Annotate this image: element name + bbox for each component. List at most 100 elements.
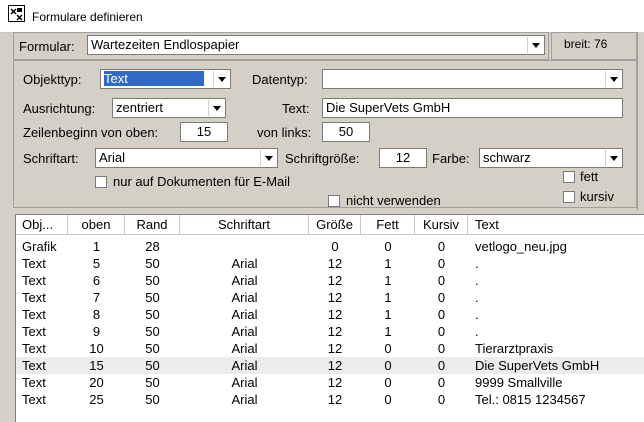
table-row[interactable]: Text 10 50 Arial 12 0 0 Tierarztpraxis [16,340,644,357]
schriftart-value: Arial [99,150,126,165]
cell-obj: Text [22,290,46,305]
email-only-label: nur auf Dokumenten für E-Mail [113,174,291,189]
breit-value: breit: 76 [564,37,608,51]
farbe-select[interactable]: schwarz [479,148,623,168]
cell-obj: Text [22,358,46,373]
text-label: Text: [282,101,310,116]
formular-select[interactable]: Wartezeiten Endlospapier [87,35,545,55]
cell-obj: Text [22,256,46,271]
cell-text: . [475,290,479,305]
table-row[interactable]: Text 6 50 Arial 12 1 0. [16,272,644,289]
ausrichtung-select[interactable]: zentriert [112,98,226,118]
kursiv-checkbox[interactable] [563,191,575,203]
objekttyp-label: Objekttyp: [23,72,82,87]
table-row[interactable]: Grafik 1 28 0 0 0 vetlogo_neu.jpg [16,238,644,255]
chevron-down-icon [532,43,540,48]
list-header: Obj... oben Rand Schriftart Größe Fett Kursiv T… [16,215,644,235]
cell-schriftart: Arial [231,273,258,288]
column-header-kursiv[interactable]: Kursiv [415,215,468,235]
fields-list[interactable]: Obj... oben Rand Schriftart Größe Fett Kursiv T… [15,214,644,422]
cell-schriftart: Arial [231,358,258,373]
cell-rand: 50 [145,324,160,339]
cell-rand: 28 [145,239,160,254]
cell-fett: 0 [384,392,392,407]
farbe-dropdown-button[interactable] [605,150,621,166]
table-row[interactable]: Text 20 50 Arial 12 0 0 9999 Smallville [16,374,644,391]
cell-schriftart [180,238,309,255]
column-header-fett[interactable]: Fett [361,215,415,235]
ausrichtung-label: Ausrichtung: [23,101,96,116]
objekttyp-dropdown-button[interactable] [213,71,229,87]
cell-rand: 50 [145,307,160,322]
column-header-rand[interactable]: Rand [125,215,180,235]
schriftart-dropdown-button[interactable] [260,150,276,166]
cell-rand: 50 [145,392,160,407]
schriftgroesse-label: Schriftgröße: [285,151,360,166]
cell-groesse: 12 [327,375,343,390]
cell-fett: 1 [384,256,392,271]
email-only-checkbox[interactable] [95,176,107,188]
ausrichtung-dropdown-button[interactable] [208,100,224,116]
chevron-down-icon [218,77,226,82]
cell-text: 9999 Smallville [475,375,563,390]
column-header-schriftart[interactable]: Schriftart [180,215,309,235]
objekttyp-select[interactable]: Text [100,69,231,89]
cell-kursiv: 0 [437,358,446,373]
zeilenbeginn-input[interactable]: 15 [180,122,228,142]
fett-checkbox[interactable] [563,171,575,183]
right-edge-strip [637,32,644,210]
cell-obj: Text [22,273,46,288]
datentyp-dropdown-button[interactable] [605,71,621,87]
formular-dropdown-button[interactable] [527,37,543,53]
cell-groesse: 12 [327,256,343,271]
zeilenbeginn-value: 15 [196,124,212,139]
cell-fett: 1 [384,307,392,322]
cell-obj: Text [22,375,46,390]
column-header-oben[interactable]: oben [68,215,125,235]
cell-oben: 20 [89,375,104,390]
cell-fett: 0 [384,375,392,390]
table-row[interactable]: Text 5 50 Arial 12 1 0. [16,255,644,272]
cell-kursiv: 0 [437,375,446,390]
cell-fett: 0 [384,358,392,373]
schriftart-select[interactable]: Arial [95,148,278,168]
formular-label: Formular: [19,39,75,54]
column-header-obj[interactable]: Obj... [16,215,68,235]
table-row[interactable]: Text 7 50 Arial 12 1 0. [16,289,644,306]
cell-oben: 7 [92,290,101,305]
cell-groesse: 12 [327,341,343,356]
cell-rand: 50 [145,375,160,390]
cell-groesse: 12 [327,290,343,305]
table-row[interactable]: Text 8 50 Arial 12 1 0. [16,306,644,323]
cell-obj: Grafik [22,239,57,254]
window-title: Formulare definieren [32,10,143,24]
cell-kursiv: 0 [437,307,446,322]
cell-obj: Text [22,341,46,356]
nicht-verwenden-label: nicht verwenden [346,193,441,208]
cell-fett: 1 [384,290,392,305]
cell-rand: 50 [145,256,160,271]
cell-schriftart: Arial [231,375,258,390]
cell-text: . [475,256,479,271]
vonlinks-value: 50 [338,124,354,139]
vonlinks-input[interactable]: 50 [322,122,370,142]
table-row[interactable]: Text 9 50 Arial 12 1 0. [16,323,644,340]
column-header-groesse[interactable]: Größe [309,215,361,235]
cell-fett: 1 [384,273,392,288]
cell-schriftart: Arial [231,324,258,339]
schriftgroesse-input[interactable]: 12 [379,148,427,168]
datentyp-select[interactable] [322,69,623,89]
text-input[interactable]: Die SuperVets GmbH [322,98,623,118]
app-icon [8,5,25,22]
table-row[interactable]: Text 15 50 Arial 12 0 0 Die SuperVets GmbH [16,357,644,374]
cell-groesse: 12 [327,358,343,373]
cell-groesse: 12 [327,324,343,339]
fett-label: fett [580,169,599,184]
table-row[interactable]: Text 25 50 Arial 12 0 0 Tel.: 0815 1234567 [16,391,644,408]
column-header-text[interactable]: Text [468,215,644,235]
cell-fett: 0 [384,239,392,254]
formular-value: Wartezeiten Endlospapier [91,37,240,52]
cell-schriftart: Arial [231,307,258,322]
nicht-verwenden-checkbox[interactable] [328,195,340,207]
cell-oben: 5 [92,256,101,271]
